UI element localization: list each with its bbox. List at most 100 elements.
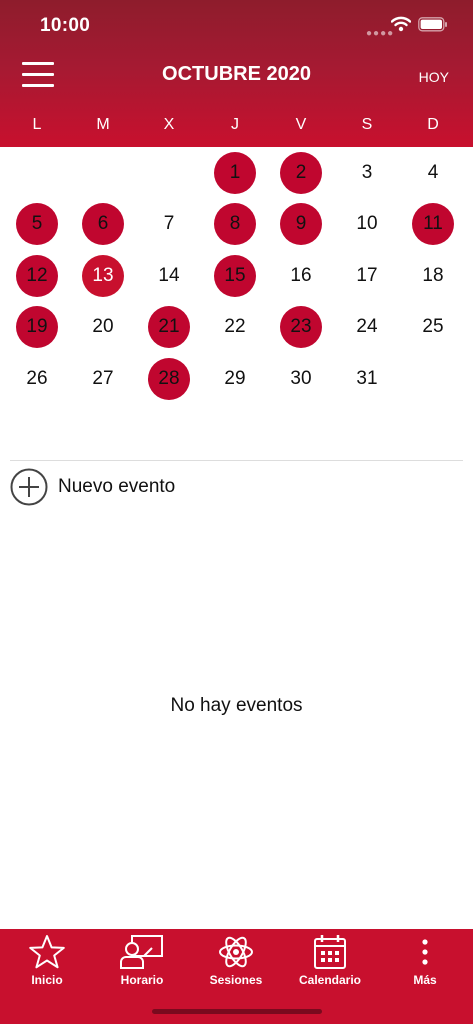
- calendar-cell: 13: [70, 250, 136, 302]
- weekday-label: S: [361, 116, 373, 133]
- calendar-cell: 14: [136, 250, 202, 302]
- calendar-empty-cell: [70, 147, 136, 199]
- calendar-cell: 17: [334, 250, 400, 302]
- empty-events-message: No hay eventos: [170, 695, 303, 716]
- weekday-label: V: [295, 116, 307, 133]
- tab-inicio[interactable]: Inicio: [0, 934, 94, 990]
- calendar-cell: 8: [202, 199, 268, 251]
- weekday-label: M: [96, 116, 110, 133]
- star-icon: [29, 935, 65, 969]
- weekday-header: L M X J V S D: [4, 116, 466, 134]
- month-title: OCTUBRE 2020: [162, 63, 311, 85]
- calendar-cell: 3: [334, 147, 400, 199]
- calendar-cell: 9: [268, 199, 334, 251]
- tab-label: Calendario: [298, 973, 361, 987]
- schedule-icon: [120, 935, 163, 969]
- calendar-empty-cell: [4, 147, 70, 199]
- wifi-icon: [390, 16, 412, 37]
- calendar-day-with-event[interactable]: 11: [412, 203, 454, 246]
- calendar-cell: 28: [136, 353, 202, 405]
- calendar-cell: 5: [4, 199, 70, 251]
- tab-sesiones[interactable]: Sesiones: [189, 934, 283, 990]
- weekday-label: J: [231, 116, 239, 133]
- calendar-day-with-event[interactable]: 21: [148, 306, 190, 349]
- calendar-day[interactable]: 25: [412, 306, 454, 348]
- tab-calendario[interactable]: Calendario: [283, 934, 377, 990]
- calendar-cell: 18: [400, 250, 466, 302]
- calendar-day[interactable]: 27: [82, 358, 124, 400]
- calendar-day[interactable]: 10: [346, 203, 388, 245]
- calendar-day[interactable]: 30: [280, 358, 322, 400]
- calendar-day[interactable]: 4: [412, 152, 454, 194]
- atom-icon: [219, 936, 253, 968]
- tab-mas[interactable]: Más: [378, 934, 472, 990]
- home-indicator: [152, 1009, 322, 1014]
- calendar-day[interactable]: 31: [346, 358, 388, 400]
- calendar-day[interactable]: 26: [16, 358, 58, 400]
- more-icon: [422, 939, 428, 965]
- menu-button[interactable]: [22, 60, 54, 90]
- hamburger-icon-line: [22, 73, 54, 76]
- calendar-empty-cell: [136, 147, 202, 199]
- calendar-cell: 31: [334, 353, 400, 405]
- calendar-day-with-event[interactable]: 15: [214, 254, 256, 297]
- calendar-cell: 10: [334, 199, 400, 251]
- calendar-day[interactable]: 22: [214, 306, 256, 348]
- calendar-day-with-event[interactable]: 2: [280, 151, 322, 194]
- calendar-day-with-event[interactable]: 12: [16, 254, 58, 297]
- calendar-cell: 24: [334, 302, 400, 354]
- calendar-day[interactable]: 24: [346, 306, 388, 348]
- today-button[interactable]: HOY: [419, 69, 449, 85]
- calendar-cell: 30: [268, 353, 334, 405]
- calendar-day-with-event[interactable]: 6: [82, 203, 124, 246]
- calendar-day[interactable]: 18: [412, 255, 454, 297]
- new-event-button[interactable]: Nuevo evento: [10, 468, 175, 506]
- weekday-label: L: [32, 116, 42, 133]
- calendar-cell: 11: [400, 199, 466, 251]
- hamburger-icon-line: [22, 84, 54, 87]
- calendar-day[interactable]: 20: [82, 306, 124, 348]
- calendar-cell: 22: [202, 302, 268, 354]
- weekday-label: D: [427, 116, 439, 133]
- calendar-icon: [314, 935, 346, 969]
- calendar-cell: 1: [202, 147, 268, 199]
- calendar-day[interactable]: 7: [148, 203, 190, 245]
- calendar-cell: 27: [70, 353, 136, 405]
- calendar-day-with-event[interactable]: 1: [214, 151, 256, 194]
- calendar-day-with-event[interactable]: 19: [16, 306, 58, 349]
- calendar-cell: 26: [4, 353, 70, 405]
- calendar-day[interactable]: 17: [346, 255, 388, 297]
- calendar-cell: 16: [268, 250, 334, 302]
- divider: [10, 460, 463, 461]
- calendar-cell: 23: [268, 302, 334, 354]
- calendar-day[interactable]: 14: [148, 255, 190, 297]
- tab-label: Más: [413, 973, 437, 987]
- signal-icon: ●●●●: [366, 28, 395, 39]
- status-time: 10:00: [40, 15, 91, 36]
- calendar-cell: 7: [136, 199, 202, 251]
- calendar-day[interactable]: 29: [214, 358, 256, 400]
- calendar-cell: 20: [70, 302, 136, 354]
- hamburger-icon-line: [22, 62, 54, 65]
- calendar-day-with-event[interactable]: 28: [148, 357, 190, 400]
- calendar-cell: 4: [400, 147, 466, 199]
- tab-label: Horario: [120, 973, 164, 987]
- calendar-cell: 2: [268, 147, 334, 199]
- calendar-grid: 1 2 3 4 5 6 7 8 9 10 11 12 13 14 15 16 17 18 19 20 21 22 23 24 2…: [4, 147, 466, 405]
- calendar-cell: 6: [70, 199, 136, 251]
- tab-label: Inicio: [31, 973, 63, 987]
- calendar-day[interactable]: 16: [280, 255, 322, 297]
- tab-horario[interactable]: Horario: [95, 934, 189, 990]
- app-header: 10:00 ●●●● OCTUBRE 2020 HOY L M X J V S …: [0, 0, 473, 147]
- calendar-day-with-event[interactable]: 9: [280, 203, 322, 246]
- calendar-day[interactable]: 3: [346, 152, 388, 194]
- battery-icon: [418, 17, 448, 37]
- add-circle-icon: [10, 468, 48, 506]
- calendar-day-with-event[interactable]: 8: [214, 203, 256, 246]
- calendar-day-with-event[interactable]: 5: [16, 203, 58, 246]
- calendar-cell: 29: [202, 353, 268, 405]
- calendar-cell: 21: [136, 302, 202, 354]
- calendar-day-selected[interactable]: 13: [82, 254, 124, 297]
- calendar-day-with-event[interactable]: 23: [280, 306, 322, 349]
- tab-label: Sesiones: [209, 973, 263, 987]
